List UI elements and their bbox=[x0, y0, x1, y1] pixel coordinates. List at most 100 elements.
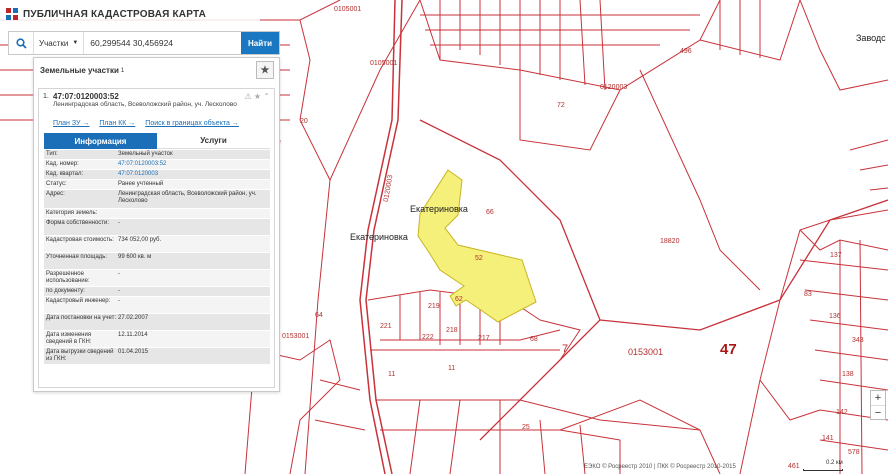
zoom-in-button[interactable]: + bbox=[871, 391, 885, 405]
property-row: Дата выгрузки сведений из ГКН: 01.04.2015 bbox=[44, 348, 270, 365]
search-input[interactable] bbox=[84, 33, 241, 53]
parcel-number: 52 bbox=[475, 255, 483, 262]
zoom-controls: + − bbox=[870, 390, 886, 420]
property-value: Земельный участок bbox=[118, 151, 173, 157]
result-actions[interactable]: ⚠ ★ ⌃ bbox=[244, 92, 270, 101]
property-value bbox=[118, 210, 268, 217]
scale-bar bbox=[803, 469, 843, 471]
parcel-number: 218 bbox=[446, 327, 458, 334]
property-label: Кад. номер: bbox=[46, 161, 79, 167]
tab-services[interactable]: Услуги bbox=[157, 133, 270, 149]
result-index: 1. bbox=[43, 93, 49, 100]
kvartal-label: 0153001 bbox=[282, 333, 310, 340]
search-type-select[interactable]: Участки ▼ bbox=[34, 32, 85, 54]
place-label: Заводс bbox=[856, 33, 886, 43]
parcel-number: 20 bbox=[300, 118, 308, 125]
property-label: Адрес: bbox=[46, 191, 65, 197]
property-label: Кадастровый инженер: bbox=[46, 298, 111, 304]
property-label: Статус: bbox=[46, 181, 67, 187]
property-value: 12.11.2014 bbox=[118, 332, 148, 338]
rosreestr-logo-icon bbox=[6, 8, 18, 20]
parcel-number: 68 bbox=[530, 336, 538, 343]
kvartal-label: 0105001 bbox=[334, 6, 362, 13]
parcel-number: 496 bbox=[680, 48, 692, 55]
property-row: Статус: Ранее учтенный bbox=[44, 180, 270, 190]
result-cad-number[interactable]: 47:07:0120003:52 bbox=[53, 92, 119, 101]
favorite-button[interactable]: ★ bbox=[256, 61, 274, 79]
chevron-down-icon: ▼ bbox=[72, 40, 79, 46]
scale-label: 0.2 км bbox=[826, 460, 843, 466]
property-row: Кад. квартал: 47:07:0120003 bbox=[44, 170, 270, 180]
property-value: 99 600 кв. м bbox=[118, 254, 152, 260]
parcel-number: 578 bbox=[848, 449, 860, 456]
parcel-number: 136 bbox=[829, 313, 841, 320]
property-label: Категория земель: bbox=[46, 210, 98, 216]
parcel-number: 138 bbox=[842, 371, 854, 378]
property-value: - bbox=[118, 298, 120, 304]
property-row: Дата изменения сведений в ГКН: 12.11.2014 bbox=[44, 331, 270, 348]
parcel-number: 343 bbox=[852, 337, 864, 344]
kvartal-plan-link[interactable]: План КК → bbox=[99, 120, 135, 127]
property-label: Кадастровая стоимость: bbox=[46, 237, 114, 243]
property-label: Дата изменения сведений в ГКН: bbox=[46, 332, 92, 345]
result-tabs: Информация Услуги bbox=[44, 133, 270, 149]
parcel-number: 25 bbox=[522, 424, 530, 431]
property-row: Тип: Земельный участок bbox=[44, 150, 270, 160]
parcel-number: 137 bbox=[830, 252, 842, 259]
property-label: Форма собственности: bbox=[46, 220, 110, 226]
parcel-number: 18820 bbox=[660, 238, 680, 245]
property-label: Разрешенное использование: bbox=[46, 271, 90, 284]
search-icon[interactable] bbox=[9, 32, 34, 54]
property-value: - bbox=[118, 288, 120, 294]
property-value: - bbox=[118, 220, 120, 226]
property-row: Форма собственности: - bbox=[44, 219, 270, 236]
properties-table: Тип: Земельный участок Кад. номер: 47:07:0… bbox=[44, 150, 270, 365]
property-row: Дата постановки на учет: 27.02.2007 bbox=[44, 314, 270, 331]
parcel-number: 83 bbox=[804, 291, 812, 298]
search-in-bounds-link[interactable]: Поиск в границах объекта → bbox=[145, 120, 239, 127]
kvartal-label: 0153001 bbox=[628, 347, 664, 357]
warning-icon[interactable]: ⚠ bbox=[244, 92, 251, 101]
selected-parcel[interactable] bbox=[417, 169, 537, 323]
search-bar: Участки ▼ Найти bbox=[8, 31, 280, 55]
result-links: План ЗУ → План КК → Поиск в границах объ… bbox=[53, 120, 239, 127]
zoom-out-button[interactable]: − bbox=[871, 405, 885, 419]
parcel-number: 62 bbox=[455, 296, 463, 303]
parcel-number: 461 bbox=[788, 463, 800, 470]
parcel-number: 72 bbox=[557, 102, 565, 109]
property-row: Кадастровая стоимость: 734 052,00 руб. bbox=[44, 236, 270, 253]
place-label: Екатериновка bbox=[410, 204, 468, 214]
parcel-number: 11 bbox=[388, 371, 396, 378]
property-value: 27.02.2007 bbox=[118, 315, 149, 321]
property-value: 01.04.2015 bbox=[118, 349, 149, 355]
property-row: Кад. номер: 47:07:0120003:52 bbox=[44, 160, 270, 170]
property-row: Разрешенное использование: - bbox=[44, 270, 270, 287]
parcel-number: 66 bbox=[486, 209, 494, 216]
find-button[interactable]: Найти bbox=[241, 32, 279, 54]
property-value: Ленинградская область, Всеволожский райо… bbox=[118, 191, 257, 204]
panel-title: Земельные участки bbox=[40, 66, 119, 75]
region-number-label: 47 bbox=[720, 341, 737, 358]
parcel-plan-link[interactable]: План ЗУ → bbox=[53, 120, 89, 127]
property-label: Дата постановки на учет: bbox=[46, 315, 117, 321]
copyright-text: ЕЭКО © Росреестр 2010 | ПКК © Росреестр … bbox=[584, 464, 736, 470]
star-icon: ★ bbox=[260, 64, 270, 76]
property-value[interactable]: 47:07:0120003 bbox=[118, 171, 268, 178]
tab-information[interactable]: Информация bbox=[44, 133, 157, 149]
property-row: Категория земель: bbox=[44, 209, 270, 219]
result-card[interactable]: 1. 47:07:0120003:52 Ленинградская област… bbox=[38, 88, 275, 388]
chevron-up-icon[interactable]: ⌃ bbox=[263, 92, 270, 101]
parcel-number: 7 bbox=[562, 343, 569, 355]
property-row: по документу: - bbox=[44, 287, 270, 297]
kvartal-label: 0120003 bbox=[600, 84, 628, 91]
parcel-number: 64 bbox=[315, 312, 323, 319]
panel-header: Земельные участки 1 ★ bbox=[34, 58, 279, 83]
parcel-number: 219 bbox=[428, 303, 440, 310]
results-panel: Земельные участки 1 ★ 1. 47:07:0120003:5… bbox=[33, 57, 280, 392]
property-row: Кадастровый инженер: - bbox=[44, 297, 270, 314]
result-count: 1 bbox=[120, 67, 125, 74]
star-icon[interactable]: ★ bbox=[254, 92, 261, 101]
property-value[interactable]: 47:07:0120003:52 bbox=[118, 161, 268, 168]
app-header: ПУБЛИЧНАЯ КАДАСТРОВАЯ КАРТА bbox=[0, 0, 260, 28]
property-label: Дата выгрузки сведений из ГКН: bbox=[46, 349, 114, 362]
